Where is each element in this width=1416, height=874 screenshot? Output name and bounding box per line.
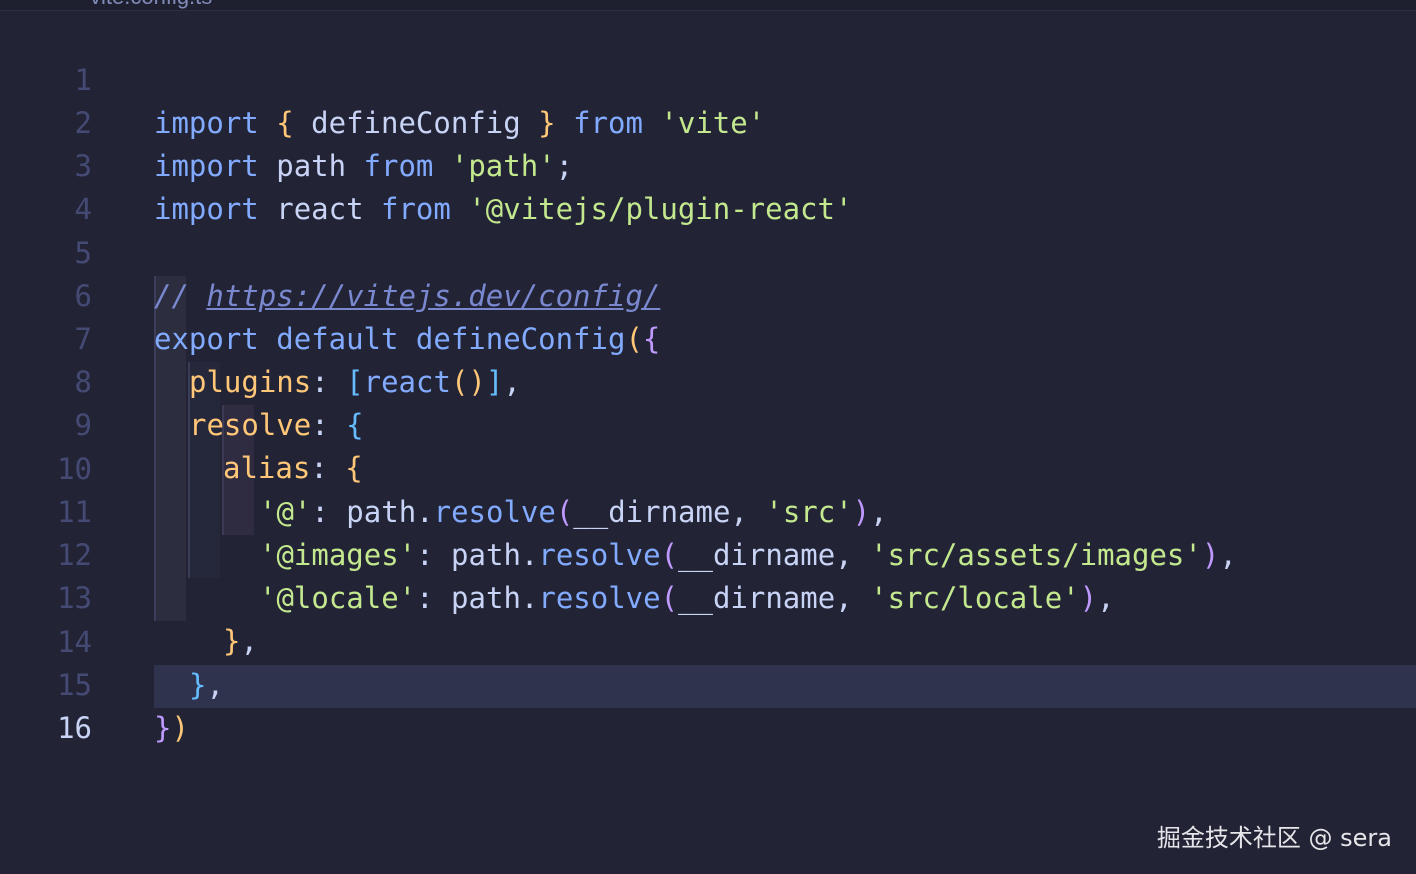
- code-line[interactable]: 5 // https://vitejs.dev/config/: [0, 189, 1416, 313]
- code-line[interactable]: 2 import path from 'path';: [0, 59, 1416, 183]
- code-line[interactable]: 14 },: [0, 578, 1416, 702]
- code-line[interactable]: 13 },: [0, 534, 1416, 658]
- code-line[interactable]: 15 }): [0, 621, 1416, 745]
- code-line[interactable]: 9 alias: {: [0, 361, 1416, 485]
- code-line[interactable]: 6 export default defineConfig({: [0, 232, 1416, 356]
- code-line-active[interactable]: 16: [0, 664, 1416, 745]
- code-text: }): [154, 711, 189, 745]
- code-line[interactable]: 11 '@images': path.resolve(__dirname, 's…: [0, 448, 1416, 572]
- code-line[interactable]: 3 import react from '@vitejs/plugin-reac…: [0, 102, 1416, 226]
- code-editor[interactable]: vite.config.ts 1 import { defineConfig }…: [0, 0, 1416, 874]
- breadcrumb-file[interactable]: vite.config.ts: [90, 0, 212, 10]
- code-line[interactable]: 7 plugins: [react()],: [0, 275, 1416, 399]
- code-line[interactable]: 4: [0, 145, 1416, 226]
- code-line[interactable]: 1 import { defineConfig } from 'vite': [0, 16, 1416, 140]
- watermark: 掘金技术社区 @ sera: [1156, 824, 1392, 852]
- breadcrumb: vite.config.ts: [0, 0, 1416, 11]
- code-line[interactable]: 12 '@locale': path.resolve(__dirname, 's…: [0, 491, 1416, 615]
- line-number: 16: [57, 711, 92, 745]
- code-line[interactable]: 8 resolve: {: [0, 318, 1416, 442]
- code-line[interactable]: 10 '@': path.resolve(__dirname, 'src'),: [0, 405, 1416, 529]
